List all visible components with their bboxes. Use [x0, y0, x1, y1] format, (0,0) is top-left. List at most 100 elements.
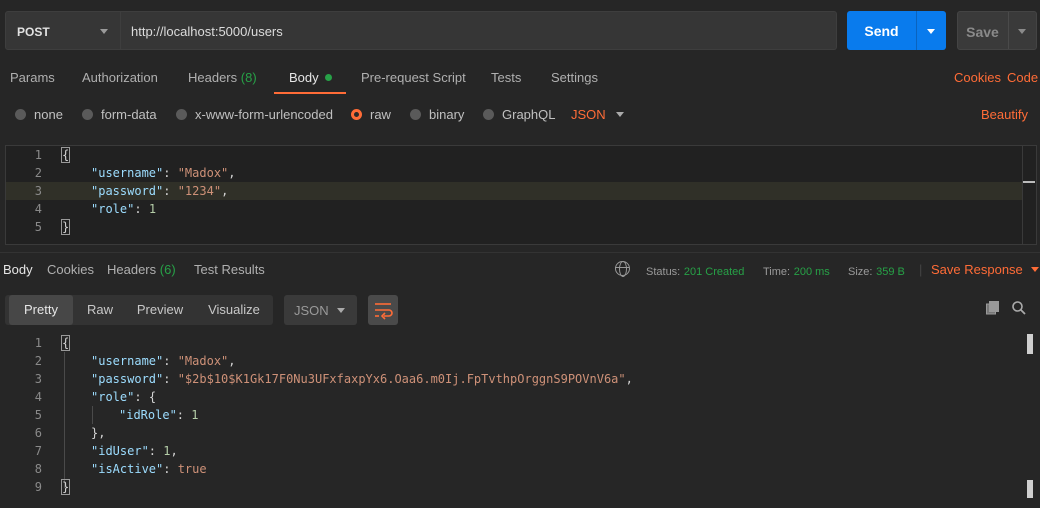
cookies-link[interactable]: Cookies [954, 70, 1001, 85]
language-value: JSON [571, 107, 606, 122]
brace-open: { [148, 390, 157, 404]
code-text: "idRole": 1 [119, 408, 199, 422]
line-number: 3 [34, 372, 42, 386]
radio-dot [82, 109, 93, 120]
active-tab-underline [274, 92, 346, 94]
view-mode-group: Pretty Raw Preview Visualize [5, 295, 273, 325]
view-preview-button[interactable]: Preview [129, 295, 191, 325]
resp-tab-headers[interactable]: Headers (6) [107, 262, 176, 277]
save-response-label: Save Response [931, 262, 1023, 277]
view-visualize-button[interactable]: Visualize [197, 295, 271, 325]
line-number: 1 [34, 148, 42, 162]
code-link[interactable]: Code [1007, 70, 1038, 85]
tab-params[interactable]: Params [10, 70, 55, 85]
response-line: 8 "isActive": true [0, 460, 1016, 478]
response-line: 2 "username": "Madox", [0, 352, 1016, 370]
json-key: "password" [91, 372, 164, 386]
language-select[interactable]: JSON [571, 107, 624, 122]
meta-divider: | [919, 262, 923, 277]
tab-headers-label: Headers [188, 70, 238, 85]
view-pretty-button[interactable]: Pretty [9, 295, 73, 325]
save-response-button[interactable]: Save Response [931, 262, 1039, 277]
tab-tests[interactable]: Tests [491, 70, 521, 85]
beautify-link[interactable]: Beautify [981, 107, 1028, 122]
save-options-chevron-icon[interactable] [1018, 29, 1026, 34]
editor-scrollbar[interactable] [1022, 146, 1036, 244]
tab-settings[interactable]: Settings [551, 70, 598, 85]
search-icon[interactable] [1012, 301, 1026, 315]
radio-graphql[interactable]: GraphQL [483, 107, 555, 122]
tab-body-label: Body [289, 70, 319, 85]
brace-open: { [60, 335, 71, 351]
resp-tab-body[interactable]: Body [3, 262, 33, 277]
radio-dot-selected [351, 109, 362, 120]
status-label: Status: [646, 266, 681, 278]
send-button[interactable]: Send [847, 11, 946, 50]
view-raw-button[interactable]: Raw [75, 295, 125, 325]
code-text: "idUser": 1, [91, 444, 178, 458]
json-string: "1234" [177, 184, 222, 198]
radio-binary-label: binary [429, 107, 465, 122]
method-select[interactable]: POST [5, 11, 121, 50]
radio-form-data[interactable]: form-data [82, 107, 157, 122]
line-number: 6 [34, 426, 42, 440]
json-key: "username" [91, 354, 164, 368]
radio-urlencoded[interactable]: x-www-form-urlencoded [176, 107, 333, 122]
tab-body[interactable]: Body [289, 70, 332, 85]
url-input[interactable]: http://localhost:5000/users [121, 11, 837, 50]
time-label: Time: [763, 266, 791, 278]
send-label: Send [864, 23, 899, 39]
response-body-viewer[interactable]: 1 { 2 "username": "Madox", 3 "password":… [0, 334, 1040, 504]
send-options-chevron-icon[interactable] [927, 29, 935, 34]
radio-binary[interactable]: binary [410, 107, 464, 122]
radio-none-label: none [34, 107, 63, 122]
editor-line: 2 "username": "Madox", [6, 164, 1022, 182]
line-number: 1 [34, 336, 42, 350]
json-string: "Madox" [177, 166, 229, 180]
resp-tab-cookies[interactable]: Cookies [47, 262, 94, 277]
code-text: { [60, 146, 71, 164]
request-body-editor[interactable]: 1 { 2 "username": "Madox", 3 "password":… [5, 145, 1037, 245]
response-format-select[interactable]: JSON [284, 295, 357, 325]
wrap-lines-button[interactable] [368, 295, 398, 325]
code-text: "password": "1234", [91, 184, 229, 198]
line-number: 2 [34, 166, 42, 180]
line-number: 5 [34, 220, 42, 234]
url-value: http://localhost:5000/users [131, 24, 283, 39]
status-info: Status: 201 Created [646, 263, 744, 278]
tab-headers[interactable]: Headers (8) [188, 70, 257, 85]
brace-close: } [60, 479, 71, 495]
globe-icon[interactable] [615, 261, 630, 277]
json-key: "idRole" [119, 408, 177, 422]
line-number: 5 [34, 408, 42, 422]
radio-form-data-label: form-data [101, 107, 157, 122]
radio-raw-label: raw [370, 107, 391, 122]
format-value: JSON [294, 303, 329, 318]
radio-none[interactable]: none [15, 107, 63, 122]
code-text: { [60, 334, 71, 352]
send-divider [916, 11, 917, 50]
code-text: "role": { [91, 390, 157, 404]
json-key: "isActive" [91, 462, 164, 476]
radio-urlencoded-label: x-www-form-urlencoded [195, 107, 333, 122]
save-divider [1008, 12, 1009, 49]
brace-close: } [60, 219, 71, 235]
copy-icon[interactable] [986, 301, 1000, 315]
radio-raw[interactable]: raw [351, 107, 391, 122]
editor-line-current: 3 "password": "1234", [6, 182, 1022, 200]
save-button[interactable]: Save [957, 11, 1037, 50]
line-number: 2 [34, 354, 42, 368]
response-line: 1 { [0, 334, 1016, 352]
json-string: "Madox" [177, 354, 229, 368]
brace-open: { [60, 147, 71, 163]
body-indicator-dot [324, 74, 332, 81]
resp-tab-headers-count: (6) [159, 262, 176, 277]
json-key: "password" [91, 184, 164, 198]
response-divider[interactable] [0, 252, 1040, 253]
json-number: 1 [148, 202, 157, 216]
tab-prerequest-script[interactable]: Pre-request Script [361, 70, 466, 85]
resp-tab-test-results[interactable]: Test Results [194, 262, 265, 277]
response-scrollbar-thumb-bottom[interactable] [1027, 480, 1033, 498]
response-scrollbar-thumb[interactable] [1027, 334, 1033, 354]
tab-authorization[interactable]: Authorization [82, 70, 158, 85]
